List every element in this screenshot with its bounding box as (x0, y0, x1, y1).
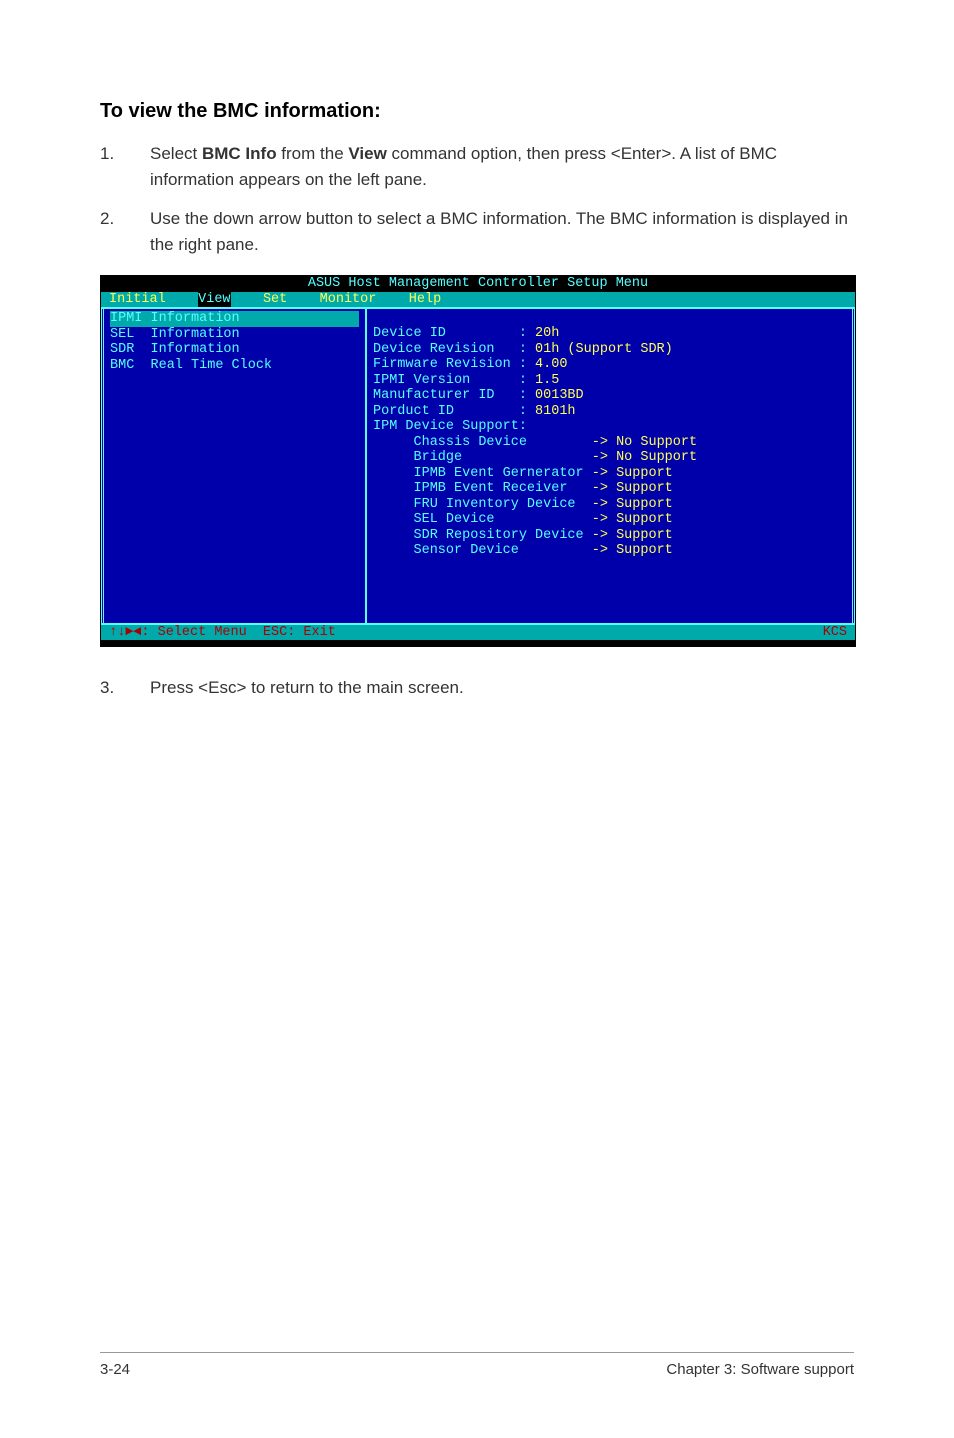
info-product-id: Porduct ID : 8101h (373, 404, 846, 420)
support-bridge: Bridge -> No Support (373, 450, 846, 466)
step-3-text: Press <Esc> to return to the main screen… (150, 675, 854, 701)
menubar-help[interactable]: Help (409, 292, 441, 307)
info-firmware-revision: Firmware Revision : 4.00 (373, 357, 846, 373)
support-fru: FRU Inventory Device -> Support (373, 497, 846, 513)
terminal-title: ASUS Host Management Controller Setup Me… (101, 276, 855, 292)
footer-page-number: 3-24 (100, 1361, 130, 1378)
menubar-initial[interactable]: Initial (109, 292, 166, 307)
step-2-text: Use the down arrow button to select a BM… (150, 206, 854, 257)
step-3: 3. Press <Esc> to return to the main scr… (100, 675, 854, 701)
menubar-set[interactable]: Set (263, 292, 287, 307)
step-1: 1. Select BMC Info from the View command… (100, 141, 854, 192)
menu-bmc-rtc[interactable]: BMC Real Time Clock (110, 358, 359, 374)
menubar-view[interactable]: View (198, 292, 230, 307)
status-left: ↑↓►◄: Select Menu ESC: Exit (109, 625, 336, 641)
status-right: KCS (823, 625, 847, 641)
info-ipmi-version: IPMI Version : 1.5 (373, 373, 846, 389)
support-ipmb-recv: IPMB Event Receiver -> Support (373, 481, 846, 497)
support-ipmb-gen: IPMB Event Gernerator -> Support (373, 466, 846, 482)
terminal-screenshot: ASUS Host Management Controller Setup Me… (100, 275, 854, 647)
info-device-revision: Device Revision : 01h (Support SDR) (373, 342, 846, 358)
step-2-number: 2. (100, 206, 150, 257)
step-1-number: 1. (100, 141, 150, 192)
support-chassis: Chassis Device -> No Support (373, 435, 846, 451)
menubar-monitor[interactable]: Monitor (320, 292, 377, 307)
footer-chapter: Chapter 3: Software support (666, 1361, 854, 1378)
section-heading: To view the BMC information: (100, 100, 854, 123)
info-manufacturer-id: Manufacturer ID : 0013BD (373, 388, 846, 404)
info-device-id: Device ID : 20h (373, 326, 846, 342)
menu-sdr-information[interactable]: SDR Information (110, 342, 359, 358)
step-3-number: 3. (100, 675, 150, 701)
info-support-header: IPM Device Support: (373, 419, 846, 435)
step-2: 2. Use the down arrow button to select a… (100, 206, 854, 257)
support-sensor: Sensor Device -> Support (373, 543, 846, 559)
support-sdr-repo: SDR Repository Device -> Support (373, 528, 846, 544)
menu-sel-information[interactable]: SEL Information (110, 327, 359, 343)
terminal-statusbar: ↑↓►◄: Select Menu ESC: Exit KCS (101, 625, 855, 641)
menu-ipmi-information[interactable]: IPMI Information (110, 311, 359, 327)
support-sel-dev: SEL Device -> Support (373, 512, 846, 528)
page-footer: 3-24 Chapter 3: Software support (100, 1352, 854, 1378)
terminal-menubar: Initial View Set Monitor Help (101, 292, 855, 308)
left-pane: IPMI Information SEL Information SDR Inf… (101, 309, 367, 623)
right-pane: Device ID : 20h Device Revision : 01h (S… (367, 309, 855, 623)
step-1-text: Select BMC Info from the View command op… (150, 141, 854, 192)
